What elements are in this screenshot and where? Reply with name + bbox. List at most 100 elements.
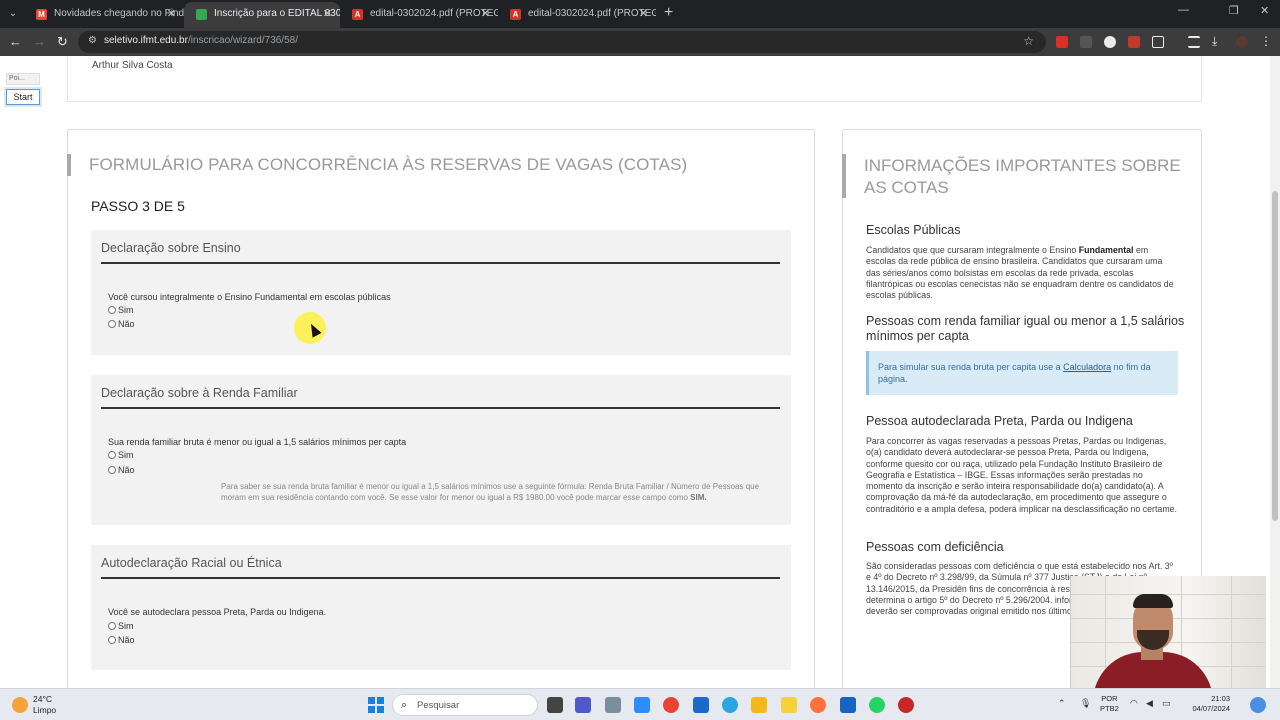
browser-tab-bar: ⌄ M Novidades chegando no Find Y ✕ Inscr… (0, 0, 1280, 28)
section-divider (101, 262, 780, 264)
gmail-icon: M (36, 9, 47, 20)
calculator-link[interactable]: Calculadora (1063, 362, 1111, 372)
chrome-icon[interactable] (663, 697, 679, 713)
tab-inscricao[interactable]: Inscrição para o EDITAL 030/20 ✕ (184, 2, 340, 28)
question-racial: Você se autodeclara pessoa Preta, Parda … (108, 607, 327, 617)
option-nao[interactable]: Não (108, 464, 135, 476)
section-title: Autodeclaração Racial ou Étnica (101, 556, 282, 570)
microphone-icon[interactable]: 🎙 (1080, 698, 1091, 709)
title-accent (842, 154, 846, 198)
zoom-icon[interactable] (634, 697, 650, 713)
restore-icon[interactable]: ❐ (1229, 4, 1239, 17)
taskbar: 24°C Limpo ⌕ Pesquisar ⌃ 🎙 POR PTB2 ◠ ◀ ▭… (0, 688, 1280, 720)
wifi-icon[interactable]: ◠ (1130, 698, 1138, 709)
section-ensino: Declaração sobre Ensino Você cursou inte… (91, 230, 791, 355)
tray-chevron-icon[interactable]: ⌃ (1058, 698, 1066, 709)
battery-icon[interactable]: ▭ (1162, 698, 1171, 709)
paragraph-ppi: Para concorrer às vagas reservadas a pes… (866, 436, 1177, 514)
option-sim[interactable]: Sim (108, 304, 134, 316)
telegram-icon[interactable] (722, 697, 738, 713)
section-renda: Declaração sobre à Renda Familiar Sua re… (91, 375, 791, 525)
info-title: INFORMAÇÕES IMPORTANTES SOBRE AS COTAS (864, 156, 1181, 197)
paragraph-escolas-publicas: Candidatos que que cursaram integralment… (866, 245, 1174, 301)
volume-icon[interactable]: ◀ (1146, 698, 1153, 709)
title-accent (67, 154, 71, 176)
tab-pdf-1[interactable]: A edital-0302024.pdf (PROTEGID ✕ (340, 2, 498, 28)
weather-icon[interactable] (12, 697, 28, 713)
taskbar-search[interactable]: ⌕ Pesquisar (392, 694, 538, 716)
extension-icon[interactable] (1080, 36, 1092, 48)
back-icon[interactable]: ← (9, 34, 22, 50)
task-view-icon[interactable] (547, 697, 563, 713)
close-tab-icon[interactable]: ✕ (639, 2, 648, 26)
app-icon[interactable] (840, 697, 856, 713)
copilot-icon[interactable] (1250, 697, 1266, 713)
scroll-thumb[interactable] (1272, 191, 1278, 521)
close-window-icon[interactable]: ✕ (1260, 4, 1269, 17)
firefox-icon[interactable] (810, 697, 826, 713)
radio-button[interactable] (108, 320, 116, 328)
extension-icon[interactable] (1128, 36, 1140, 48)
reading-list-icon[interactable] (1188, 36, 1200, 48)
calculator-info-box: Para simular sua renda bruta per capita … (866, 351, 1178, 395)
record-extension-icon[interactable] (1104, 36, 1116, 48)
radio-button[interactable] (108, 466, 116, 474)
question-ensino: Você cursou integralmente o Ensino Funda… (108, 292, 391, 302)
extensions-puzzle-icon[interactable] (1152, 36, 1164, 48)
language-indicator[interactable]: POR PTB2 (1100, 694, 1119, 714)
teams-icon[interactable] (575, 697, 591, 713)
radio-button[interactable] (108, 306, 116, 314)
start-button[interactable]: Start (6, 89, 40, 105)
step-indicator: PASSO 3 DE 5 (91, 198, 185, 214)
menu-icon[interactable]: ⋮ (1260, 35, 1272, 48)
page-scrollbar[interactable] (1270, 56, 1280, 688)
search-icon: ⌕ (401, 699, 408, 711)
option-sim[interactable]: Sim (108, 620, 134, 632)
reload-icon[interactable]: ↻ (57, 34, 68, 50)
tab-search-icon[interactable]: ⌄ (4, 5, 22, 23)
windows-start-icon[interactable] (368, 697, 384, 713)
recorder-icon[interactable] (898, 697, 914, 713)
page-content: Poi... Start Arthur Silva Costa FORMULÁR… (0, 56, 1280, 688)
heading-ppi: Pessoa autodeclarada Preta, Parda ou Ind… (866, 414, 1133, 428)
radio-button[interactable] (108, 451, 116, 459)
option-nao[interactable]: Não (108, 634, 135, 646)
bookmark-star-icon[interactable]: ☆ (1023, 34, 1034, 48)
tab-pdf-2[interactable]: A edital-0302024.pdf (PROTEGID ✕ (498, 2, 656, 28)
radio-button[interactable] (108, 622, 116, 630)
forward-icon[interactable]: → (33, 34, 46, 50)
whatsapp-icon[interactable] (869, 697, 885, 713)
close-tab-icon[interactable]: ✕ (323, 2, 332, 26)
close-tab-icon[interactable]: ✕ (167, 2, 176, 26)
weather-desc[interactable]: Limpo (33, 705, 56, 715)
option-nao[interactable]: Não (108, 318, 135, 330)
download-icon[interactable]: ⤓ (1212, 35, 1224, 48)
app-icon[interactable] (693, 697, 709, 713)
section-title: Declaração sobre Ensino (101, 241, 241, 255)
new-tab-icon[interactable]: + (664, 4, 673, 22)
quota-form-card: FORMULÁRIO PARA CONCORRÊNCIA ÀS RESERVAS… (67, 129, 815, 688)
section-divider (101, 407, 780, 409)
weather-temp[interactable]: 24°C (33, 694, 52, 704)
file-explorer-icon[interactable] (751, 697, 767, 713)
close-tab-icon[interactable]: ✕ (481, 2, 490, 26)
webcam-overlay (1070, 576, 1266, 688)
section-racial: Autodeclaração Racial ou Étnica Você se … (91, 545, 791, 670)
address-bar[interactable]: ⚙ seletivo.ifmt.edu.br/inscricao/wizard/… (78, 31, 1046, 53)
url-text[interactable]: seletivo.ifmt.edu.br/inscricao/wizard/73… (104, 35, 298, 46)
site-icon (196, 9, 207, 20)
radio-button[interactable] (108, 636, 116, 644)
section-title: Declaração sobre à Renda Familiar (101, 386, 298, 400)
site-info-icon[interactable]: ⚙ (88, 35, 97, 46)
widget-pill[interactable]: Poi... (6, 73, 40, 85)
profile-avatar[interactable] (1236, 36, 1248, 48)
income-hint: Para saber se sua renda bruta familiar é… (221, 482, 760, 502)
app-icon[interactable] (605, 697, 621, 713)
tab-gmail[interactable]: M Novidades chegando no Find Y ✕ (24, 2, 184, 28)
minimize-icon[interactable]: — (1178, 4, 1189, 16)
option-sim[interactable]: Sim (108, 449, 134, 461)
acrobat-extension-icon[interactable] (1056, 36, 1068, 48)
pdf-icon: A (510, 9, 521, 20)
sticky-notes-icon[interactable] (781, 697, 797, 713)
clock[interactable]: 21:03 04/07/2024 (1182, 694, 1230, 714)
